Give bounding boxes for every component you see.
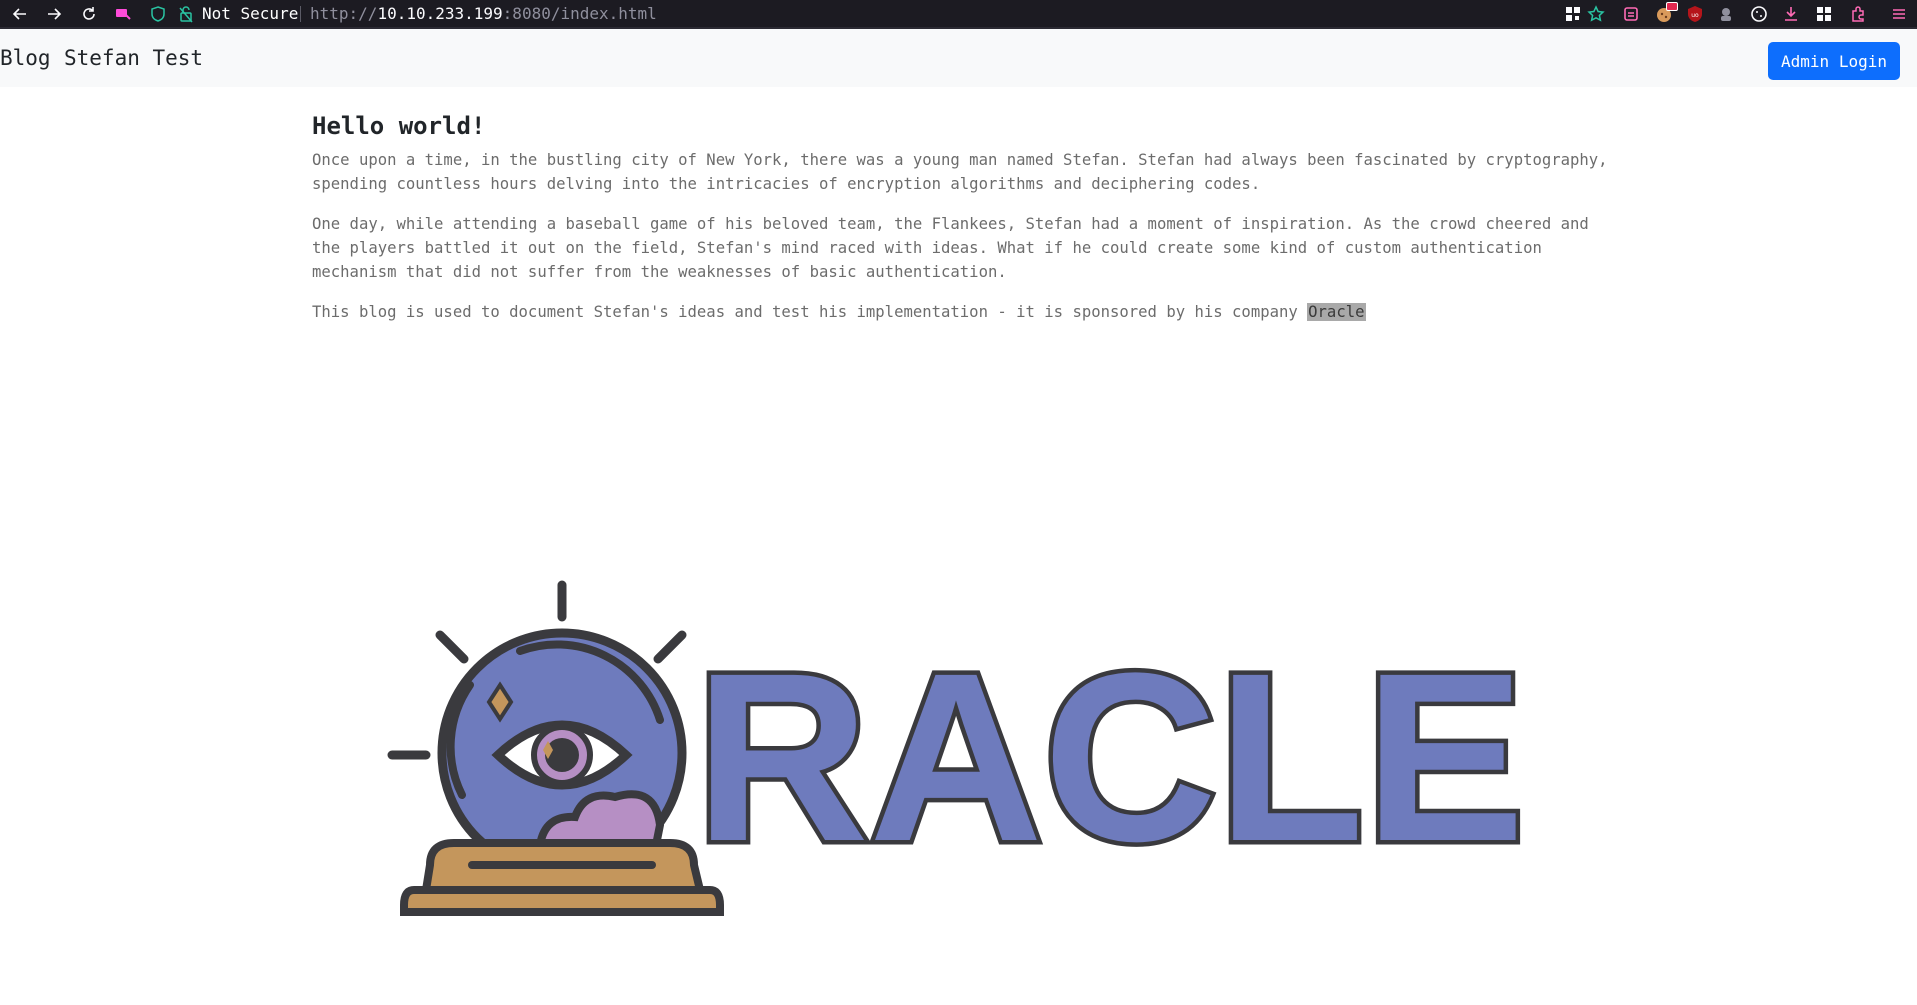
forward-arrow-icon[interactable] — [45, 5, 63, 23]
url-host: 10.10.233.199 — [377, 4, 503, 23]
nav-link-stefan-test[interactable]: Stefan Test — [64, 45, 203, 71]
crystal-ball-icon — [387, 580, 724, 916]
url-separator — [300, 6, 301, 22]
extension-badge — [1666, 2, 1678, 11]
ublock-icon[interactable]: uo — [1686, 5, 1704, 23]
post-paragraph-1: Once upon a time, in the bustling city o… — [312, 151, 1608, 193]
container-icon[interactable] — [114, 5, 132, 23]
reload-icon[interactable] — [80, 5, 98, 23]
post-paragraph-3-text: This blog is used to document Stefan's i… — [312, 303, 1308, 321]
admin-login-button[interactable]: Admin Login — [1768, 42, 1900, 80]
url-prefix: http:// — [310, 4, 378, 23]
post-title: Hello world! — [312, 112, 486, 140]
post-content: Hello world! Once upon a time, in the bu… — [312, 110, 1612, 340]
lock-icon[interactable] — [177, 5, 195, 23]
svg-text:uo: uo — [1691, 12, 1699, 19]
security-label[interactable]: Not Secure — [202, 4, 298, 24]
qr-icon[interactable] — [1564, 5, 1582, 23]
logo-wordmark: RACLE — [695, 623, 1525, 891]
url-bar[interactable]: http://10.10.233.199:8080/index.html — [310, 4, 657, 24]
extension-icon[interactable] — [1717, 5, 1735, 23]
navbar-brand[interactable]: Blog — [0, 45, 51, 71]
reader-icon[interactable] — [1622, 5, 1640, 23]
top-navbar: Blog Stefan Test Admin Login — [0, 29, 1917, 87]
url-path: :8080/index.html — [502, 4, 657, 23]
back-arrow-icon[interactable] — [11, 5, 29, 23]
cookie-icon[interactable] — [1750, 5, 1768, 23]
shield-icon[interactable] — [149, 5, 167, 23]
grid-icon[interactable] — [1815, 5, 1833, 23]
oracle-logo: RACLE — [387, 580, 1530, 916]
puzzle-icon[interactable] — [1849, 5, 1867, 23]
bookmark-star-icon[interactable] — [1587, 5, 1605, 23]
post-paragraph-2: One day, while attending a baseball game… — [312, 215, 1589, 281]
highlighted-company-name: Oracle — [1307, 303, 1366, 321]
post-paragraph-3: This blog is used to document Stefan's i… — [312, 300, 1612, 324]
download-icon[interactable] — [1782, 5, 1800, 23]
browser-toolbar: Not Secure http://10.10.233.199:8080/ind… — [0, 0, 1917, 29]
menu-icon[interactable] — [1890, 5, 1908, 23]
